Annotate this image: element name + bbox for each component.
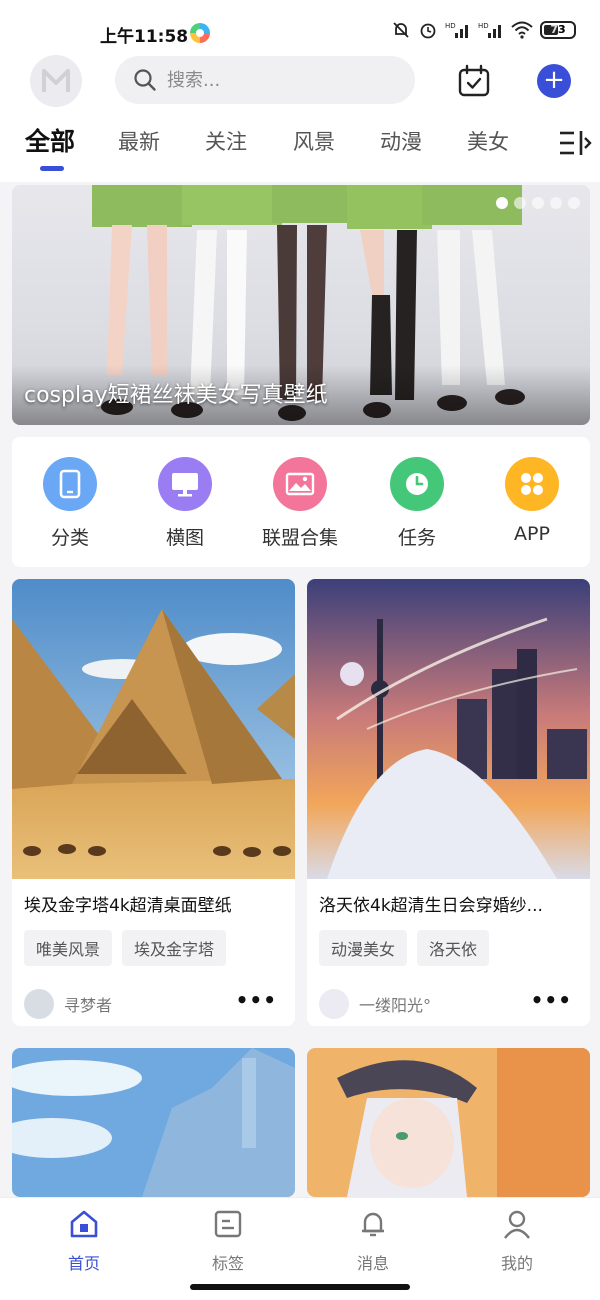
wallpaper-card[interactable] <box>12 1048 295 1197</box>
status-bar: 上午11:58 HD HD 73 <box>0 0 600 52</box>
tag-chip[interactable]: 动漫美女 <box>319 930 408 966</box>
alarm-icon <box>420 23 436 39</box>
home-icon <box>70 1210 98 1238</box>
app-logo-avatar[interactable] <box>30 55 82 107</box>
nav-label: 标签 <box>211 1254 244 1273</box>
search-input[interactable] <box>167 69 387 91</box>
quick-action-landscape[interactable]: 横图 <box>130 457 240 550</box>
tag-chip[interactable]: 唯美风景 <box>24 930 113 966</box>
phone-icon <box>43 457 97 511</box>
card-thumbnail[interactable] <box>307 579 590 879</box>
avatar[interactable] <box>319 989 349 1019</box>
card-author: 一缕阳光° ••• <box>307 966 590 1026</box>
quick-action-app[interactable]: APP <box>477 457 587 545</box>
add-button[interactable]: + <box>537 64 571 98</box>
anime-bride-image <box>307 579 590 879</box>
quick-action-tasks[interactable]: 任务 <box>362 457 472 550</box>
nav-label: 消息 <box>356 1254 389 1273</box>
clock-icon <box>390 457 444 511</box>
tab-menu-button[interactable] <box>558 128 592 158</box>
top-bar: + <box>0 52 600 110</box>
wifi-icon <box>511 21 533 39</box>
user-icon <box>504 1210 530 1239</box>
tab-latest[interactable]: 最新 <box>118 126 160 156</box>
carousel-dot[interactable] <box>514 197 526 209</box>
app-notification-icon <box>190 23 210 43</box>
nav-home[interactable]: 首页 <box>34 1208 134 1274</box>
wallpaper-card[interactable] <box>307 1048 590 1197</box>
nav-label: 首页 <box>67 1254 100 1273</box>
quick-action-collections[interactable]: 联盟合集 <box>245 457 355 550</box>
nav-messages[interactable]: 消息 <box>323 1208 423 1274</box>
carousel-dot[interactable] <box>568 197 580 209</box>
pyramid-image <box>12 579 295 879</box>
svg-text:HD: HD <box>478 22 489 30</box>
image-icon <box>273 457 327 511</box>
carousel-dot[interactable] <box>550 197 562 209</box>
quick-action-label: 横图 <box>165 527 204 549</box>
tab-scenery[interactable]: 风景 <box>293 126 335 156</box>
card-thumbnail[interactable] <box>12 1048 295 1197</box>
tag-icon <box>214 1210 242 1238</box>
card-thumbnail[interactable] <box>12 579 295 879</box>
menu-more-icon <box>560 131 592 155</box>
wallpaper-card[interactable]: 埃及金字塔4k超清桌面壁纸 唯美风景 埃及金字塔 寻梦者 ••• <box>12 579 295 1026</box>
status-time: 上午11:58 <box>100 27 189 47</box>
signal-hd-icon-2: HD <box>478 22 501 38</box>
sky-castle-image <box>12 1048 295 1197</box>
carousel-dot[interactable] <box>496 197 508 209</box>
tab-all[interactable]: 全部 <box>25 122 75 158</box>
featured-banner[interactable]: cosplay短裙丝袜美女写真壁纸 <box>12 185 590 425</box>
author-name[interactable]: 寻梦者 <box>64 992 112 1016</box>
bell-icon <box>362 1212 384 1237</box>
more-options-icon[interactable]: ••• <box>236 988 277 1012</box>
active-tab-indicator <box>40 166 64 171</box>
checkin-calendar-button[interactable] <box>457 64 491 98</box>
plus-icon: + <box>543 65 565 95</box>
nav-label: 我的 <box>500 1254 533 1273</box>
search-bar[interactable] <box>115 56 415 104</box>
logo-m-icon <box>42 69 70 92</box>
tag-chip[interactable]: 洛天依 <box>417 930 490 966</box>
quick-action-label: APP <box>514 523 550 545</box>
grid-icon <box>505 457 559 511</box>
author-name[interactable]: 一缕阳光° <box>359 992 431 1016</box>
more-options-icon[interactable]: ••• <box>531 988 572 1012</box>
banner-caption: cosplay短裙丝袜美女写真壁纸 <box>24 383 328 408</box>
category-tabs: 全部 最新 关注 风景 动漫 美女 <box>0 110 600 182</box>
quick-actions: 分类 横图 联盟合集 任务 APP <box>12 437 590 567</box>
card-author: 寻梦者 ••• <box>12 966 295 1026</box>
tab-following[interactable]: 关注 <box>205 126 247 156</box>
nav-tags[interactable]: 标签 <box>178 1208 278 1274</box>
tag-chip[interactable]: 埃及金字塔 <box>122 930 227 966</box>
monitor-icon <box>158 457 212 511</box>
home-indicator[interactable] <box>190 1284 410 1290</box>
quick-action-category[interactable]: 分类 <box>15 457 125 550</box>
quick-action-label: 联盟合集 <box>261 527 338 549</box>
battery-indicator: 73 <box>540 21 576 39</box>
quick-action-label: 任务 <box>397 527 436 549</box>
nav-profile[interactable]: 我的 <box>467 1208 567 1274</box>
anime-officer-image <box>307 1048 590 1197</box>
mute-bell-icon <box>393 22 409 38</box>
card-title[interactable]: 洛天依4k超清生日会穿婚纱... <box>307 879 590 916</box>
avatar[interactable] <box>24 989 54 1019</box>
tab-beauty[interactable]: 美女 <box>467 126 509 156</box>
card-thumbnail[interactable] <box>307 1048 590 1197</box>
card-title[interactable]: 埃及金字塔4k超清桌面壁纸 <box>12 879 295 916</box>
card-tags: 动漫美女 洛天依 <box>307 916 590 966</box>
quick-action-label: 分类 <box>50 527 89 549</box>
battery-level: 73 <box>550 23 566 36</box>
search-icon <box>134 69 156 91</box>
carousel-dots <box>496 197 580 209</box>
wallpaper-card[interactable]: 洛天依4k超清生日会穿婚纱... 动漫美女 洛天依 一缕阳光° ••• <box>307 579 590 1026</box>
tab-anime[interactable]: 动漫 <box>380 126 422 156</box>
signal-hd-icon: HD <box>445 22 468 38</box>
calendar-check-icon <box>458 64 490 97</box>
card-tags: 唯美风景 埃及金字塔 <box>12 916 295 966</box>
svg-text:HD: HD <box>445 22 456 30</box>
carousel-dot[interactable] <box>532 197 544 209</box>
status-icons: HD HD 73 <box>391 20 576 40</box>
